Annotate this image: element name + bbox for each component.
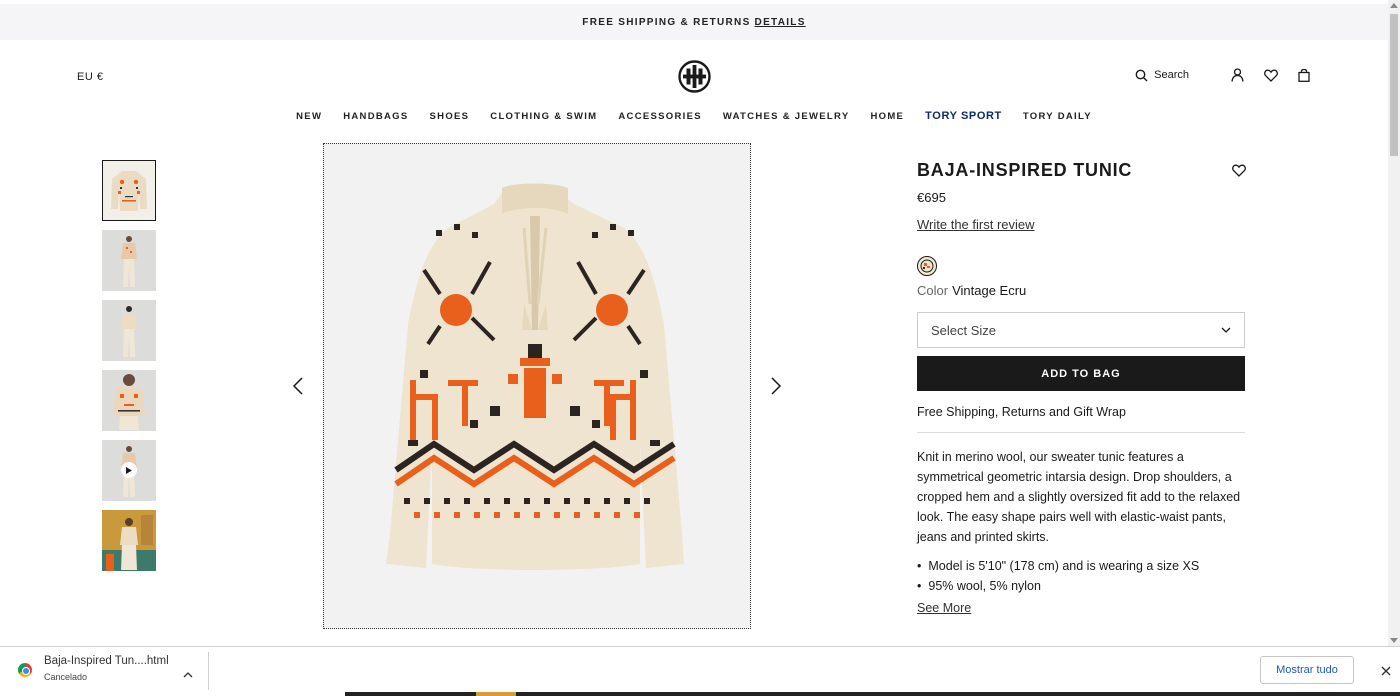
close-icon[interactable] <box>1381 663 1391 681</box>
promo-text: FREE SHIPPING & RETURNS <box>582 16 751 28</box>
thumbnail-model-video[interactable] <box>102 440 156 501</box>
divider <box>208 652 209 690</box>
list-item: Model is 5'10" (178 cm) and is wearing a… <box>917 556 1247 576</box>
bag-icon[interactable] <box>1298 68 1310 82</box>
nav-shoes[interactable]: SHOES <box>419 111 480 122</box>
play-icon[interactable] <box>121 462 137 478</box>
search-label: Search <box>1154 69 1189 81</box>
shipping-info: Free Shipping, Returns and Gift Wrap <box>917 405 1245 433</box>
prev-image-arrow[interactable] <box>292 376 304 401</box>
thumbnail-model-closeup[interactable] <box>102 370 156 431</box>
size-select[interactable]: Select Size <box>917 312 1245 348</box>
site-header: EU € Search <box>0 40 1388 100</box>
nav-clothing-swim[interactable]: CLOTHING & SWIM <box>480 111 608 122</box>
chevron-left-icon <box>292 377 303 395</box>
search-button[interactable]: Search <box>1135 69 1189 82</box>
thumbnail-list <box>102 160 156 580</box>
taskbar-accent <box>476 692 516 696</box>
thumbnail-model-back[interactable] <box>102 300 156 361</box>
thumbnail-lifestyle[interactable] <box>102 510 156 571</box>
nav-new[interactable]: NEW <box>286 111 333 122</box>
chevron-up-icon[interactable] <box>183 665 193 683</box>
nav-accessories[interactable]: ACCESSORIES <box>608 111 712 122</box>
product-price: €695 <box>917 190 946 205</box>
product-title: BAJA-INSPIRED TUNIC <box>917 160 1133 180</box>
add-to-wishlist-button[interactable] <box>1232 164 1246 182</box>
thumbnail-model-front[interactable] <box>102 230 156 291</box>
list-item: 95% wool, 5% nylon <box>917 576 1247 596</box>
download-file-name: Baja-Inspired Tun....html <box>44 655 169 667</box>
add-to-bag-button[interactable]: ADD TO BAG <box>917 356 1245 391</box>
header-actions: Search <box>1135 68 1310 82</box>
thumbnail-product-flat[interactable] <box>102 160 156 221</box>
see-more-link[interactable]: See More <box>917 601 971 615</box>
write-review-link[interactable]: Write the first review <box>917 217 1035 232</box>
chevron-down-icon <box>1221 327 1231 333</box>
page-scrollbar[interactable] <box>1388 0 1400 646</box>
product-details: BAJA-INSPIRED TUNIC €695 Write the first… <box>917 160 1247 617</box>
nav-home[interactable]: HOME <box>860 111 915 122</box>
next-image-arrow[interactable] <box>770 376 782 401</box>
color-label: Color <box>917 283 949 298</box>
color-swatch-vintage-ecru[interactable] <box>917 256 937 276</box>
nav-tory-daily[interactable]: TORY DAILY <box>1012 111 1102 122</box>
scroll-up-icon[interactable] <box>1390 3 1398 8</box>
promo-banner: FREE SHIPPING & RETURNS DETAILS <box>0 0 1388 40</box>
heart-icon <box>1232 164 1246 177</box>
main-product-image[interactable] <box>323 143 751 629</box>
nav-handbags[interactable]: HANDBAGS <box>333 111 419 122</box>
nav-tory-sport[interactable]: TORY SPORT <box>915 110 1013 122</box>
account-icon[interactable] <box>1231 68 1244 82</box>
main-nav: NEW HANDBAGS SHOES CLOTHING & SWIM ACCES… <box>0 110 1388 122</box>
download-bar: Baja-Inspired Tun....html Cancelado Most… <box>0 646 1400 696</box>
download-status: Cancelado <box>44 672 88 682</box>
size-select-placeholder: Select Size <box>931 322 997 338</box>
scroll-down-icon[interactable] <box>1390 638 1398 643</box>
product-bullets: Model is 5'10" (178 cm) and is wearing a… <box>917 556 1247 596</box>
scrollbar-thumb[interactable] <box>1390 14 1398 156</box>
nav-watches-jewelry[interactable]: WATCHES & JEWELRY <box>712 111 860 122</box>
chevron-right-icon <box>771 377 782 395</box>
show-all-downloads-button[interactable]: Mostrar tudo <box>1260 656 1354 684</box>
currency-selector[interactable]: EU € <box>77 71 103 83</box>
product-description: Knit in merino wool, our sweater tunic f… <box>917 450 1241 544</box>
promo-details-link[interactable]: DETAILS <box>755 17 806 28</box>
color-info: Color Vintage Ecru <box>917 283 1247 298</box>
chrome-icon <box>18 663 32 677</box>
brand-logo[interactable] <box>678 60 711 93</box>
color-value: Vintage Ecru <box>952 283 1027 298</box>
wishlist-icon[interactable] <box>1264 69 1278 82</box>
download-item[interactable]: Baja-Inspired Tun....html Cancelado <box>18 655 169 682</box>
search-icon <box>1135 69 1148 81</box>
